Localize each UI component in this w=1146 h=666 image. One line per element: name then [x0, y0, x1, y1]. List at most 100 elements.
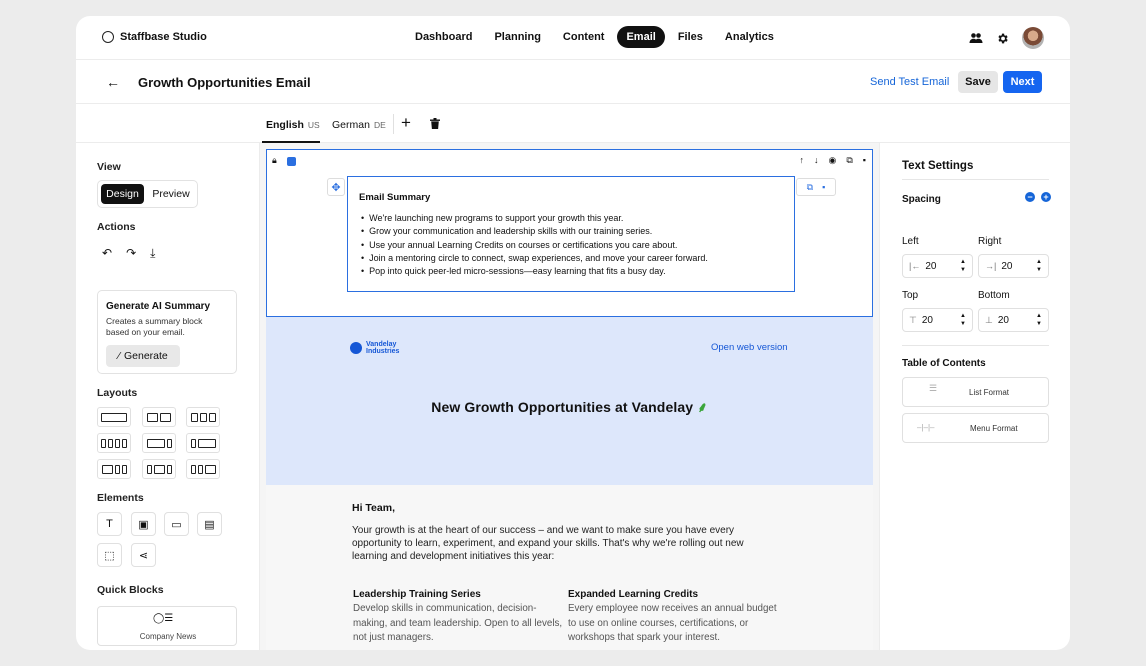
menu-format-label: Menu Format: [970, 424, 1018, 433]
quick-blocks-heading: Quick Blocks: [97, 584, 164, 596]
spacer-element-icon[interactable]: ⬚: [97, 543, 122, 567]
quick-block-company-news[interactable]: ◯☰ Company News: [97, 606, 237, 646]
move-down-icon[interactable]: ↓: [814, 155, 819, 166]
right-label: Right: [978, 236, 1002, 247]
video-element-icon[interactable]: ▤: [197, 512, 222, 536]
visibility-icon[interactable]: ◉: [829, 155, 837, 166]
undo-icon[interactable]: ↶: [102, 246, 112, 261]
page-title: Growth Opportunities Email: [138, 75, 311, 90]
download-icon[interactable]: ⤓: [150, 246, 155, 261]
layout-two-narrow-wide[interactable]: [186, 459, 220, 479]
share-element-icon[interactable]: ⋖: [131, 543, 156, 567]
redo-icon[interactable]: ↷: [126, 246, 136, 261]
hero-block[interactable]: Vandelay Industries Open web version New …: [266, 317, 873, 485]
app-window: Staffbase Studio Dashboard Planning Cont…: [76, 16, 1070, 650]
bottom-spacing-input[interactable]: ⊥ 20 ▲ ▼: [978, 308, 1049, 332]
layout-wide-narrow[interactable]: [142, 433, 176, 453]
list-format-label: List Format: [969, 388, 1010, 397]
button-element-icon[interactable]: ▭: [164, 512, 189, 536]
layout-1-col[interactable]: [97, 407, 131, 427]
generate-button[interactable]: ⁄ Generate: [106, 345, 180, 367]
body-block[interactable]: Hi Team, Your growth is at the heart of …: [266, 485, 873, 650]
nav-email[interactable]: Email: [617, 26, 665, 48]
layout-2-col[interactable]: [142, 407, 176, 427]
stepper-icon[interactable]: ▲ ▼: [960, 258, 966, 274]
summary-bullet: Use your annual Learning Credits on cour…: [361, 239, 791, 252]
actions-heading: Actions: [97, 221, 136, 233]
nav-actions: [969, 27, 1044, 49]
minus-circle-icon[interactable]: −: [1025, 192, 1035, 202]
email-summary-block[interactable]: Email Summary We're launching new progra…: [347, 176, 795, 292]
nav-files[interactable]: Files: [669, 26, 712, 48]
users-icon[interactable]: [969, 32, 983, 44]
summary-bullet: Grow your communication and leadership s…: [361, 225, 791, 238]
nav-dashboard[interactable]: Dashboard: [406, 26, 481, 48]
preview-toggle[interactable]: Preview: [148, 184, 194, 204]
copy-icon[interactable]: ⧉: [807, 182, 813, 193]
layout-wide-two-narrow[interactable]: [97, 459, 131, 479]
align-right-icon: →|: [985, 261, 997, 271]
generate-label: Generate: [123, 350, 168, 362]
email-canvas: 🔒︎ ↑ ↓ ◉ ⧉ ▪ ✥ Email Summary We're launc…: [260, 143, 879, 650]
summary-title: Email Summary: [359, 192, 431, 203]
toc-list-format-option[interactable]: ☰ List Format: [902, 377, 1049, 407]
save-button[interactable]: Save: [958, 71, 998, 93]
greeting: Hi Team,: [352, 502, 395, 514]
gear-icon[interactable]: [996, 32, 1009, 45]
next-button[interactable]: Next: [1003, 71, 1042, 93]
open-web-version-link[interactable]: Open web version: [711, 342, 788, 353]
selected-block[interactable]: 🔒︎ ↑ ↓ ◉ ⧉ ▪ ✥ Email Summary We're launc…: [266, 149, 873, 317]
stepper-icon[interactable]: ▲ ▼: [1036, 258, 1042, 274]
avatar[interactable]: [1022, 27, 1044, 49]
drag-handle-icon[interactable]: ✥: [327, 178, 345, 196]
nav-content[interactable]: Content: [554, 26, 614, 48]
menu-format-icon: ‒|‒|‒: [917, 423, 935, 432]
stepper-icon[interactable]: ▲ ▼: [960, 312, 966, 328]
title-bar: ← Growth Opportunities Email Send Test E…: [76, 60, 1070, 104]
trash-icon[interactable]: ▪: [822, 182, 825, 192]
top-spacing-input[interactable]: ⊤ 20 ▲ ▼: [902, 308, 973, 332]
column-text: Every employee now receives an annual bu…: [568, 603, 777, 643]
move-up-icon[interactable]: ↑: [800, 155, 805, 166]
brand[interactable]: Staffbase Studio: [102, 31, 207, 43]
divider: [393, 114, 394, 134]
layout-4-col[interactable]: [97, 433, 131, 453]
tab-english[interactable]: English US: [266, 119, 320, 131]
left-spacing-input[interactable]: |← 20 ▲ ▼: [902, 254, 973, 278]
column-title: Expanded Learning Credits: [568, 589, 699, 600]
text-settings-title: Text Settings: [902, 160, 974, 172]
layout-narrow-wide[interactable]: [186, 433, 220, 453]
right-panel: Text Settings Spacing − + Left Right |← …: [879, 143, 1070, 650]
magic-wand-icon: ⁄: [118, 350, 120, 362]
column-title: Leadership Training Series: [353, 589, 481, 600]
add-language-icon[interactable]: +: [401, 113, 411, 133]
checkbox[interactable]: [287, 157, 296, 166]
divider: [902, 345, 1049, 346]
tab-german-label: German: [332, 119, 370, 131]
news-icon: ◯☰: [153, 613, 174, 624]
image-element-icon[interactable]: ▣: [131, 512, 156, 536]
top-spacing-value: 20: [921, 314, 933, 326]
design-toggle[interactable]: Design: [101, 184, 144, 204]
nav-planning[interactable]: Planning: [485, 26, 549, 48]
send-test-email-button[interactable]: Send Test Email: [870, 76, 949, 88]
back-arrow-icon[interactable]: ←: [106, 74, 120, 90]
toc-menu-format-option[interactable]: ‒|‒|‒ Menu Format: [902, 413, 1049, 443]
summary-bullet: We're launching new programs to support …: [361, 212, 791, 225]
layout-narrow-wide-narrow[interactable]: [142, 459, 176, 479]
duplicate-icon[interactable]: ⧉: [846, 155, 852, 166]
delete-icon[interactable]: ▪: [863, 155, 866, 166]
lock-icon[interactable]: 🔒︎: [272, 155, 277, 166]
ai-summary-card: Generate AI Summary Creates a summary bl…: [97, 290, 237, 374]
plus-circle-icon[interactable]: +: [1041, 192, 1051, 202]
layout-3-col[interactable]: [186, 407, 220, 427]
tab-german[interactable]: German DE: [332, 119, 386, 131]
stepper-icon[interactable]: ▲ ▼: [1036, 312, 1042, 328]
right-spacing-input[interactable]: →| 20 ▲ ▼: [978, 254, 1049, 278]
delete-language-icon[interactable]: [430, 118, 440, 132]
text-element-icon[interactable]: T: [97, 512, 122, 536]
summary-list: We're launching new programs to support …: [361, 212, 791, 278]
left-panel: View Design Preview Actions ↶ ↷ ⤓ Genera…: [76, 143, 260, 650]
nav-analytics[interactable]: Analytics: [716, 26, 783, 48]
left-spacing-value: 20: [925, 260, 937, 272]
